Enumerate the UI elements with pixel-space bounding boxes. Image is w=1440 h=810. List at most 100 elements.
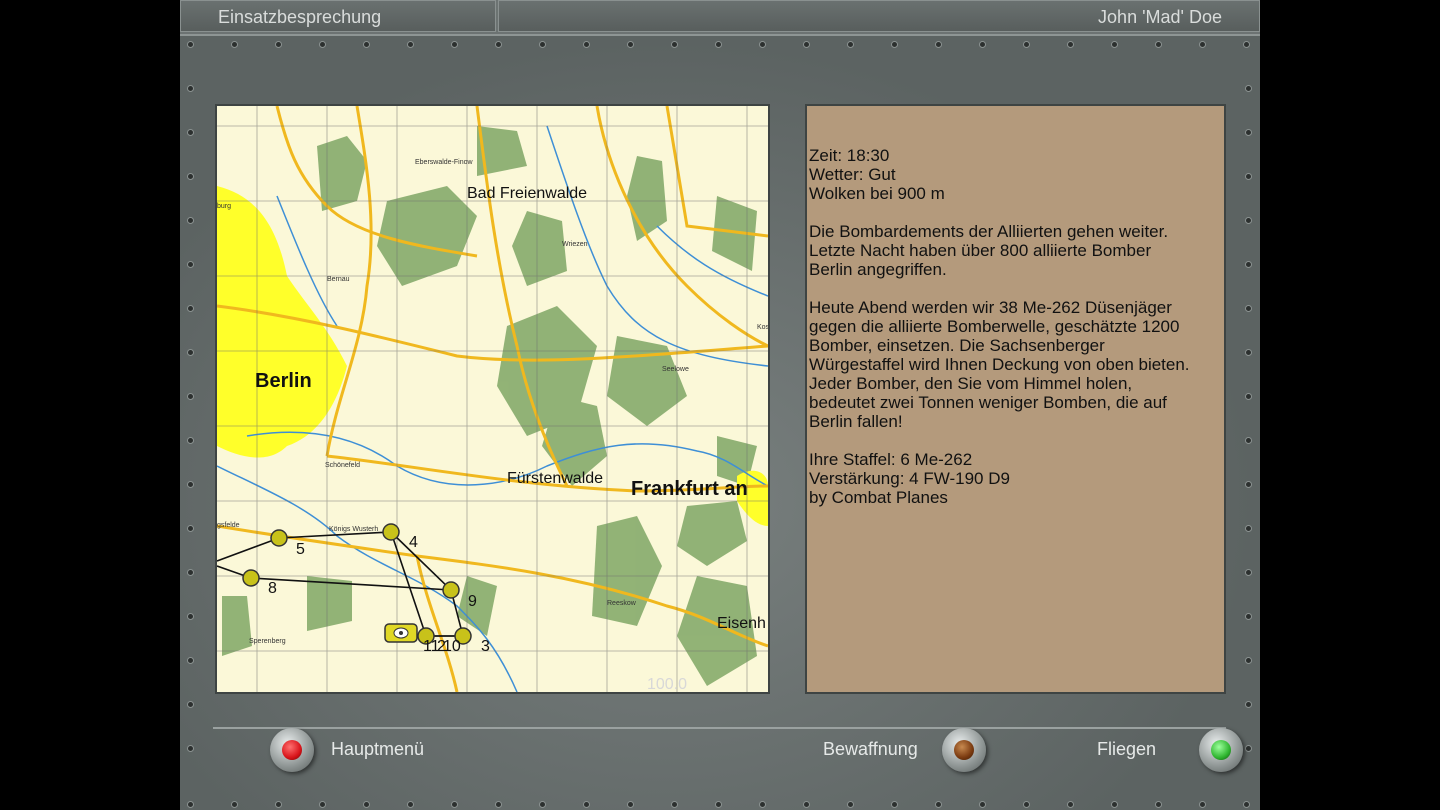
screw-icon [1246, 702, 1251, 707]
town-label: Wriezen [562, 241, 588, 248]
screw-icon [276, 42, 281, 47]
briefing-line: Ihre Staffel: 6 Me-262 [809, 450, 973, 469]
main-menu-label[interactable]: Hauptmenü [331, 739, 424, 760]
screw-icon [188, 658, 193, 663]
city-label: Eisenh [717, 615, 766, 632]
screw-icon [1246, 306, 1251, 311]
screw-icon [848, 802, 853, 807]
fly-button[interactable] [1199, 728, 1243, 772]
screw-icon [188, 42, 193, 47]
briefing-line: gegen die alliierte Bomberwelle, geschät… [809, 317, 1180, 336]
screw-icon [408, 802, 413, 807]
green-lamp-icon [1211, 740, 1231, 760]
amber-lamp-icon [954, 740, 974, 760]
screw-icon [232, 42, 237, 47]
screw-icon [188, 130, 193, 135]
screw-icon [188, 614, 193, 619]
screw-icon [1246, 482, 1251, 487]
screw-icon [1156, 42, 1161, 47]
screw-icon [188, 482, 193, 487]
screw-icon [1246, 218, 1251, 223]
briefing-line: Berlin fallen! [809, 412, 903, 431]
briefing-line: Wetter: Gut [809, 165, 896, 184]
screw-icon [628, 802, 633, 807]
screw-icon [232, 802, 237, 807]
briefing-line: Letzte Nacht haben über 800 alliierte Bo… [809, 241, 1152, 260]
screen-title: Einsatzbesprechung [180, 0, 496, 32]
armament-button[interactable] [942, 728, 986, 772]
briefing-line: Verstärkung: 4 FW-190 D9 [809, 469, 1010, 488]
screw-icon [980, 802, 985, 807]
screw-icon [188, 174, 193, 179]
screw-icon [1246, 394, 1251, 399]
screw-icon [452, 802, 457, 807]
town-label: Kos [757, 324, 770, 331]
screw-icon [1246, 174, 1251, 179]
main-menu-button[interactable] [270, 728, 314, 772]
screw-icon [1024, 42, 1029, 47]
screw-icon [760, 42, 765, 47]
screw-icon [1246, 262, 1251, 267]
screw-icon [1156, 802, 1161, 807]
city-label-berlin: Berlin [255, 370, 312, 392]
screw-icon [584, 802, 589, 807]
mission-map[interactable]: Eberswalde-Finow Wriezen Bernau Seelowe … [215, 104, 770, 694]
armament-label[interactable]: Bewaffnung [823, 739, 918, 760]
town-label: Seelowe [662, 366, 689, 373]
screw-icon [1246, 570, 1251, 575]
waypoint-label: 4 [409, 534, 418, 551]
screw-icon [188, 802, 193, 807]
screw-icon [892, 42, 897, 47]
fly-label[interactable]: Fliegen [1097, 739, 1156, 760]
screw-icon [188, 394, 193, 399]
screw-icon [760, 802, 765, 807]
screw-icon [672, 42, 677, 47]
screw-icon [1068, 802, 1073, 807]
briefing-paragraph-mission: Heute Abend werden wir 38 Me-262 Düsenjä… [809, 298, 1224, 431]
town-label: Königs Wusterh [329, 526, 379, 533]
screw-icon [188, 438, 193, 443]
briefing-paragraph-conditions: Zeit: 18:30 Wetter: Gut Wolken bei 900 m [809, 146, 1224, 203]
screw-icon [364, 802, 369, 807]
screw-icon [628, 42, 633, 47]
screw-icon [540, 42, 545, 47]
screw-icon [188, 86, 193, 91]
town-label: gsfelde [217, 522, 240, 529]
briefing-panel: Eberswalde-Finow Wriezen Bernau Seelowe … [180, 34, 1260, 810]
waypoint-label: 3 [481, 638, 490, 655]
briefing-line: Zeit: 18:30 [809, 146, 890, 165]
briefing-paragraph-forces: Ihre Staffel: 6 Me-262 Verstärkung: 4 FW… [809, 450, 1224, 507]
city-label: Fürstenwalde [507, 470, 604, 487]
briefing-line: by Combat Planes [809, 488, 948, 507]
screw-icon [188, 702, 193, 707]
city-label-frankfurt: Frankfurt an [631, 478, 748, 500]
briefing-paragraph-situation: Die Bombardements der Alliierten gehen w… [809, 222, 1224, 279]
screw-icon [540, 802, 545, 807]
briefing-line: bedeutet zwei Tonnen weniger Bomben, die… [809, 393, 1167, 412]
screw-icon [804, 802, 809, 807]
screw-icon [1246, 614, 1251, 619]
screw-icon [936, 42, 941, 47]
screw-icon [188, 570, 193, 575]
briefing-line: Berlin angegriffen. [809, 260, 947, 279]
screw-icon [320, 42, 325, 47]
screw-icon [716, 42, 721, 47]
screw-icon [364, 42, 369, 47]
briefing-line: Würgestaffel wird Ihnen Deckung von oben… [809, 355, 1190, 374]
screw-icon [936, 802, 941, 807]
screw-icon [892, 802, 897, 807]
divider [213, 727, 1226, 729]
screw-icon [1246, 130, 1251, 135]
waypoint-label: 8 [268, 580, 277, 597]
screw-icon [1024, 802, 1029, 807]
screw-icon [1246, 350, 1251, 355]
screw-icon [276, 802, 281, 807]
screw-icon [804, 42, 809, 47]
screw-icon [188, 262, 193, 267]
red-lamp-icon [282, 740, 302, 760]
screw-icon [1246, 746, 1251, 751]
screw-icon [1244, 802, 1249, 807]
town-label: Schönefeld [325, 462, 361, 469]
screw-icon [1246, 526, 1251, 531]
screw-icon [188, 746, 193, 751]
